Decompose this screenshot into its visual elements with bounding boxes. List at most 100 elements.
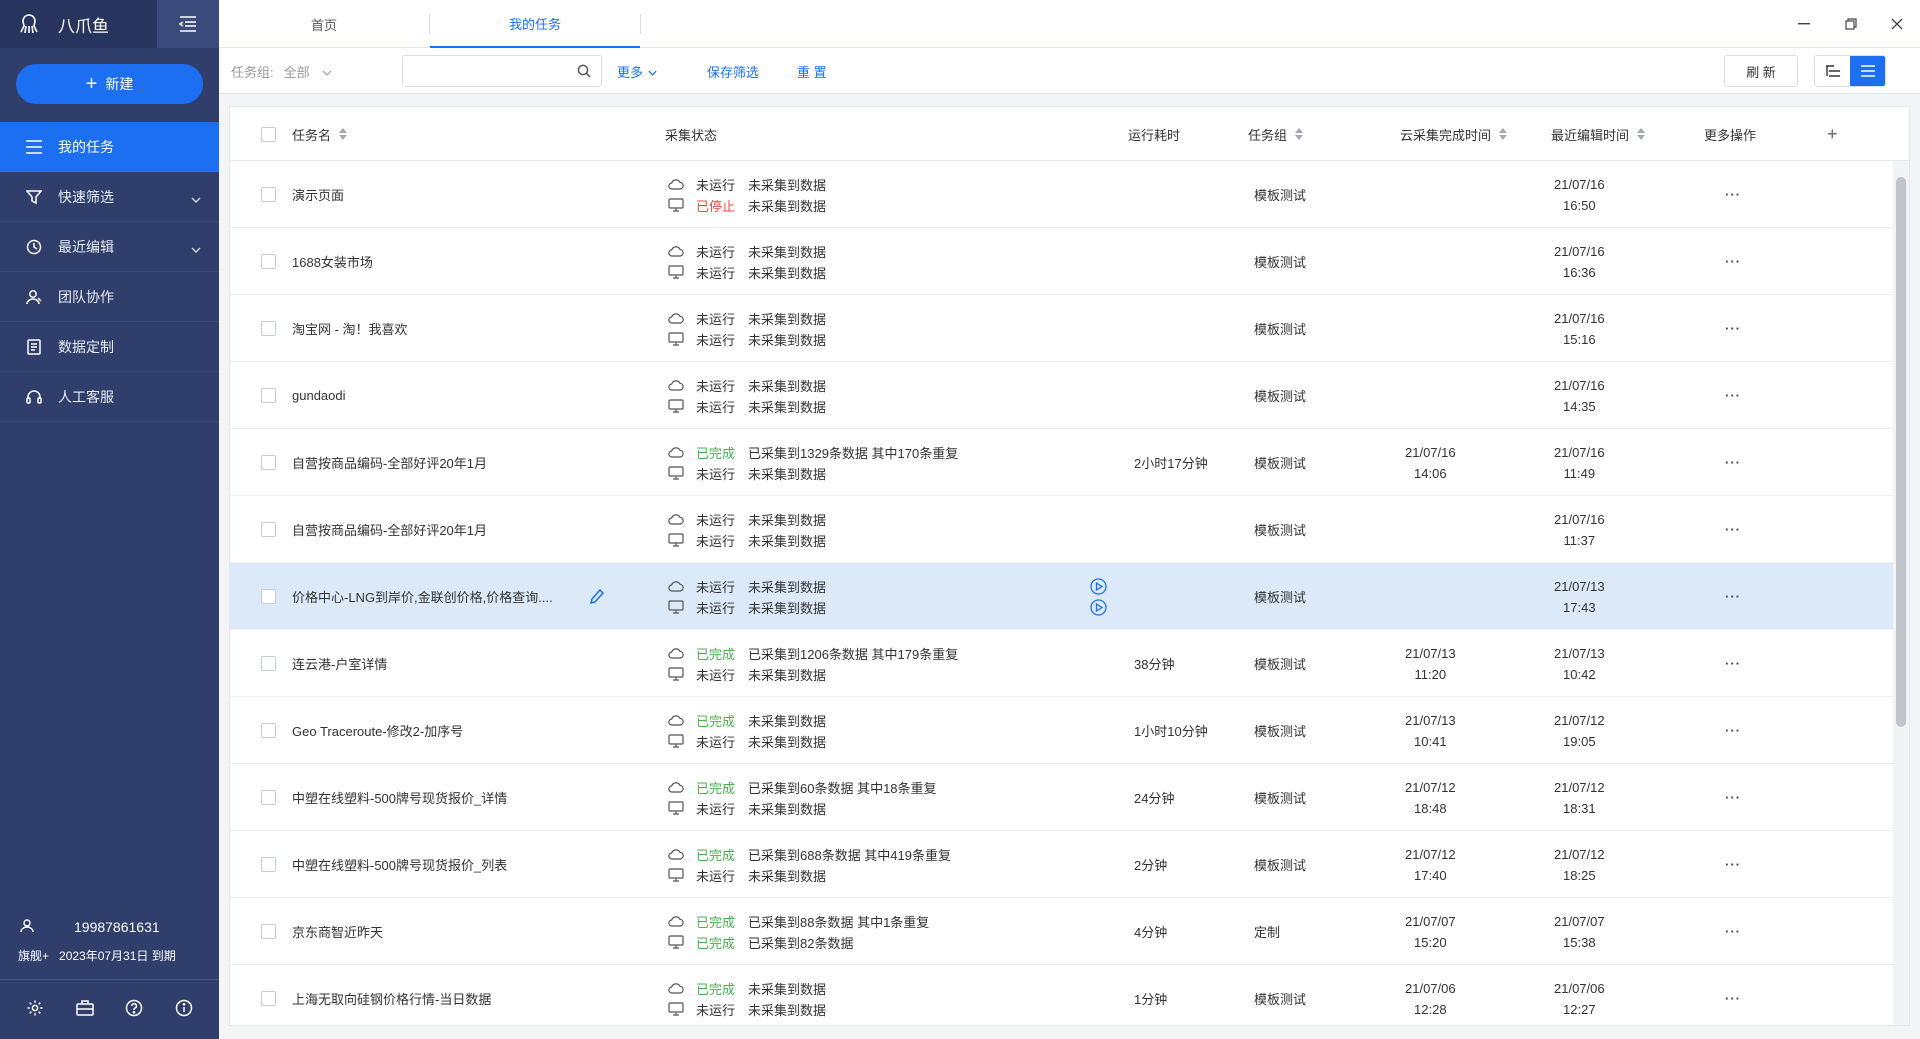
row-checkbox[interactable] bbox=[261, 630, 276, 697]
reset-filter-button[interactable]: 重 置 bbox=[797, 48, 827, 94]
refresh-button[interactable]: 刷 新 bbox=[1724, 55, 1798, 87]
more-actions-icon[interactable]: ··· bbox=[1725, 630, 1741, 697]
more-actions-icon[interactable]: ··· bbox=[1725, 362, 1741, 429]
more-actions-icon[interactable]: ··· bbox=[1725, 496, 1741, 563]
header-task-name[interactable]: 任务名 bbox=[292, 107, 348, 161]
local-state: 已完成 bbox=[696, 935, 736, 951]
task-name[interactable]: 自营按商品编码-全部好评20年1月 bbox=[292, 496, 592, 563]
table-row[interactable]: 淘宝网 - 淘！我喜欢 未运行 未采集到数据 未运行 未采集到数据 模板测试 21/07/1… bbox=[230, 295, 1893, 362]
task-name[interactable]: 中塑在线塑料-500牌号现货报价_详情 bbox=[292, 764, 592, 831]
task-name[interactable]: 淘宝网 - 淘！我喜欢 bbox=[292, 295, 592, 362]
row-checkbox[interactable] bbox=[261, 496, 276, 563]
row-checkbox[interactable] bbox=[261, 161, 276, 228]
table-row[interactable]: 京东商智近昨天 已完成 已采集到88条数据 其中1条重复 已完成 已采集到82条数据 4分… bbox=[230, 898, 1893, 965]
search-icon[interactable] bbox=[577, 64, 591, 81]
table-row[interactable]: 上海无取向硅钢价格行情-当日数据 已完成 未采集到数据 未运行 未采集到数据 1分钟 模板测… bbox=[230, 965, 1893, 1025]
group-filter[interactable]: 任务组: 全部 bbox=[231, 48, 332, 94]
row-checkbox[interactable] bbox=[261, 965, 276, 1025]
task-name[interactable]: 中塑在线塑料-500牌号现货报价_列表 bbox=[292, 831, 592, 898]
last-edit-date: 21/07/12 bbox=[1554, 779, 1605, 795]
table-row[interactable]: 中塑在线塑料-500牌号现货报价_详情 已完成 已采集到60条数据 其中18条重复未… bbox=[230, 764, 1893, 831]
task-name[interactable]: 连云港-户室详情 bbox=[292, 630, 592, 697]
row-checkbox[interactable] bbox=[261, 429, 276, 496]
table-row[interactable]: gundaodi 未运行 未采集到数据 未运行 未采集到数据 模板测试 21/07/16 14… bbox=[230, 362, 1893, 429]
row-checkbox[interactable] bbox=[261, 697, 276, 764]
more-filter-button[interactable]: 更多 bbox=[617, 48, 657, 94]
table-row[interactable]: 连云港-户室详情 已完成 已采集到1206条数据 其中179条重复 未运行 未采集到数据… bbox=[230, 630, 1893, 697]
cloud-run-button[interactable] bbox=[1090, 577, 1107, 595]
sort-icon[interactable] bbox=[1499, 128, 1508, 140]
collapse-menu-button[interactable] bbox=[157, 0, 219, 48]
minimize-button[interactable] bbox=[1780, 0, 1828, 48]
more-actions-icon[interactable]: ··· bbox=[1725, 429, 1741, 496]
local-state: 未运行 bbox=[696, 868, 736, 884]
close-button[interactable] bbox=[1873, 0, 1920, 48]
header-last-edit[interactable]: 最近编辑时间 bbox=[1551, 107, 1646, 161]
cloud-status-line: 未运行 未采集到数据 bbox=[668, 377, 826, 394]
user-row[interactable]: 19987861631 bbox=[0, 913, 219, 941]
more-actions-icon[interactable]: ··· bbox=[1725, 965, 1741, 1025]
more-actions-icon[interactable]: ··· bbox=[1725, 764, 1741, 831]
list-view-button[interactable] bbox=[1850, 56, 1885, 86]
row-checkbox[interactable] bbox=[261, 764, 276, 831]
more-actions-icon[interactable]: ··· bbox=[1725, 228, 1741, 295]
add-column-button[interactable]: + bbox=[1827, 107, 1838, 161]
table-row[interactable]: 1688女装市场 未运行 未采集到数据 未运行 未采集到数据 模板测试 21/07/16 16… bbox=[230, 228, 1893, 295]
briefcase-icon[interactable] bbox=[75, 1000, 94, 1019]
sidebar-item-support[interactable]: 人工客服 bbox=[0, 372, 219, 422]
row-checkbox[interactable] bbox=[261, 228, 276, 295]
sort-icon[interactable] bbox=[1637, 128, 1646, 140]
scrollbar[interactable] bbox=[1893, 161, 1909, 1025]
row-checkbox[interactable] bbox=[261, 898, 276, 965]
settings-icon[interactable] bbox=[26, 999, 44, 1020]
header-group[interactable]: 任务组 bbox=[1248, 107, 1304, 161]
more-actions-icon[interactable]: ··· bbox=[1725, 563, 1741, 630]
more-actions-icon[interactable]: ··· bbox=[1725, 831, 1741, 898]
sidebar-item-recent-edit[interactable]: 最近编辑 bbox=[0, 222, 219, 272]
row-checkbox[interactable] bbox=[261, 362, 276, 429]
local-run-button[interactable] bbox=[1090, 598, 1107, 616]
tree-view-button[interactable] bbox=[1815, 56, 1850, 86]
scrollbar-thumb[interactable] bbox=[1896, 177, 1906, 727]
more-actions-icon[interactable]: ··· bbox=[1725, 295, 1741, 362]
last-edit-time: 21/07/16 11:37 bbox=[1554, 496, 1605, 563]
task-name[interactable]: gundaodi bbox=[292, 362, 592, 429]
task-name[interactable]: 演示页面 bbox=[292, 161, 592, 228]
sort-icon[interactable] bbox=[1295, 128, 1304, 140]
table-row[interactable]: 中塑在线塑料-500牌号现货报价_列表 已完成 已采集到688条数据 其中419条重… bbox=[230, 831, 1893, 898]
row-checkbox[interactable] bbox=[261, 563, 276, 630]
task-name[interactable]: 京东商智近昨天 bbox=[292, 898, 592, 965]
select-all-checkbox[interactable] bbox=[261, 107, 276, 161]
task-name[interactable]: 1688女装市场 bbox=[292, 228, 592, 295]
new-task-button[interactable]: + 新建 bbox=[16, 64, 203, 104]
tab-my-tasks[interactable]: 我的任务 bbox=[430, 0, 640, 48]
more-actions-icon[interactable]: ··· bbox=[1725, 697, 1741, 764]
task-name[interactable]: 价格中心-LNG到岸价,金联创价格,价格查询.... bbox=[292, 563, 592, 630]
sidebar-item-team[interactable]: 团队协作 bbox=[0, 272, 219, 322]
more-actions-icon[interactable]: ··· bbox=[1725, 898, 1741, 965]
table-row[interactable]: 自营按商品编码-全部好评20年1月 已完成 已采集到1329条数据 其中170条重复… bbox=[230, 429, 1893, 496]
task-name[interactable]: 自营按商品编码-全部好评20年1月 bbox=[292, 429, 592, 496]
header-cloud-done[interactable]: 云采集完成时间 bbox=[1400, 107, 1508, 161]
tab-home[interactable]: 首页 bbox=[219, 0, 429, 48]
table-row[interactable]: Geo Traceroute-修改2-加序号 已完成 未采集到数据 未运行 未采集到数据… bbox=[230, 697, 1893, 764]
row-checkbox[interactable] bbox=[261, 831, 276, 898]
table-row[interactable]: 演示页面 未运行 未采集到数据 已停止 未采集到数据 模板测试 21/07/16 16:50 ·… bbox=[230, 161, 1893, 228]
more-actions-icon[interactable]: ··· bbox=[1725, 161, 1741, 228]
sidebar-item-quick-filter[interactable]: 快速筛选 bbox=[0, 172, 219, 222]
sidebar-item-my-tasks[interactable]: 我的任务 bbox=[0, 122, 219, 172]
restore-button[interactable] bbox=[1827, 0, 1875, 48]
task-name[interactable]: 上海无取向硅钢价格行情-当日数据 bbox=[292, 965, 592, 1025]
task-name[interactable]: Geo Traceroute-修改2-加序号 bbox=[292, 697, 592, 764]
table-row[interactable]: 自营按商品编码-全部好评20年1月 未运行 未采集到数据 未运行 未采集到数据 模板测试 2… bbox=[230, 496, 1893, 563]
save-filter-button[interactable]: 保存筛选 bbox=[707, 48, 759, 94]
help-icon[interactable] bbox=[125, 999, 143, 1020]
info-icon[interactable] bbox=[175, 999, 193, 1020]
search-input[interactable] bbox=[403, 56, 563, 86]
cloud-status-line: 已完成 未采集到数据 bbox=[668, 712, 826, 729]
edit-pencil-icon[interactable] bbox=[590, 563, 604, 630]
table-row[interactable]: 价格中心-LNG到岸价,金联创价格,价格查询.... 未运行 未采集到数据 未运行 未采… bbox=[230, 563, 1893, 630]
sort-icon[interactable] bbox=[339, 128, 348, 140]
row-checkbox[interactable] bbox=[261, 295, 276, 362]
sidebar-item-data-custom[interactable]: 数据定制 bbox=[0, 322, 219, 372]
